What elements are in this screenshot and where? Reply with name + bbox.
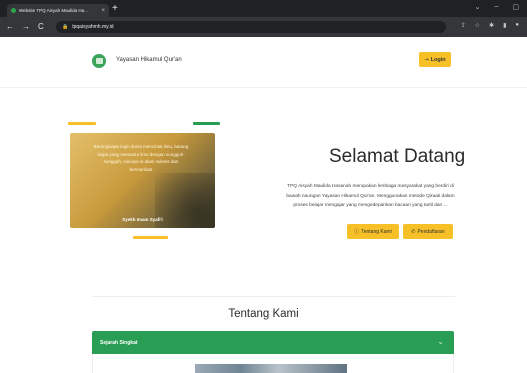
hero-title: Selamat Datang: [329, 146, 466, 167]
decor-bar-yellow-bottom: [133, 236, 168, 239]
register-button[interactable]: ✆ Pendaftaran: [403, 224, 453, 239]
section-divider: [92, 296, 455, 297]
brand-logo-icon[interactable]: [92, 54, 106, 68]
hero-description: TPQ Aisyah Maulida Hasanah merupakan lem…: [286, 184, 455, 208]
login-label: Login: [430, 56, 446, 63]
extension-buttons: ⇪ ☆ ✱ ▮ ●: [461, 22, 519, 29]
register-button-label: Pendaftaran: [417, 228, 445, 235]
reload-icon[interactable]: C: [38, 21, 44, 33]
login-button[interactable]: ⇥ Login: [419, 52, 451, 67]
accordion-history-header[interactable]: Sejarah Singkat ⌄: [92, 331, 454, 354]
hero-image-quote: Barangsiapa ingin dunia mencintai ilmu, …: [93, 144, 189, 172]
chevron-down-icon[interactable]: ⌄: [475, 3, 481, 11]
hero-image-author: Syekh Imam Syafi'i: [122, 217, 163, 222]
hero-image: Barangsiapa ingin dunia mencintai ilmu, …: [70, 133, 215, 228]
about-button[interactable]: ⓘ Tentang Kami: [347, 224, 399, 239]
forward-icon[interactable]: →: [22, 21, 30, 33]
whatsapp-icon: ✆: [411, 228, 416, 235]
decor-bar-green: [193, 122, 220, 125]
extensions-icon[interactable]: ✱: [489, 22, 494, 29]
site-header: Yayasan Hikamul Qur'an ⇥ Login: [0, 37, 527, 88]
tab-close-icon[interactable]: ×: [101, 8, 105, 14]
profile-icon[interactable]: ●: [515, 22, 519, 29]
back-icon[interactable]: ←: [6, 21, 14, 33]
info-icon: ⓘ: [354, 229, 360, 235]
chevron-down-icon[interactable]: ⌄: [437, 337, 444, 346]
lock-icon: 🔒: [62, 24, 69, 30]
browser-tabbar: Website TPQ Aisyah Maulida Ha... × + ⌄ –…: [0, 0, 527, 17]
history-image: [195, 364, 347, 373]
window-controls: ⌄ – ▢: [475, 3, 519, 11]
brand-name[interactable]: Yayasan Hikamul Qur'an: [116, 57, 182, 63]
new-tab-button[interactable]: +: [112, 3, 118, 15]
browser-tab[interactable]: Website TPQ Aisyah Maulida Ha... ×: [7, 4, 109, 17]
tab-title: Website TPQ Aisyah Maulida Ha...: [19, 8, 88, 13]
maximize-button[interactable]: ▢: [512, 3, 519, 11]
nav-buttons: ← → C: [6, 21, 44, 33]
decor-bar-yellow: [68, 122, 96, 125]
about-button-label: Tentang Kami: [361, 228, 392, 235]
browser-toolbar: ← → C 🔒 tpqaisyahmh.my.id ⇪ ☆ ✱ ▮ ●: [0, 17, 527, 37]
minimize-button[interactable]: –: [494, 3, 498, 11]
sidebar-icon[interactable]: ▮: [503, 22, 506, 29]
login-icon: ⇥: [424, 56, 429, 63]
about-section-title: Tentang Kami: [228, 308, 299, 320]
address-bar[interactable]: 🔒 tpqaisyahmh.my.id: [56, 21, 446, 33]
accordion-history-label: Sejarah Singkat: [100, 340, 138, 346]
share-icon[interactable]: ⇪: [461, 22, 466, 29]
bookmark-star-icon[interactable]: ☆: [475, 22, 480, 29]
favicon-icon: [11, 8, 16, 13]
url-text: tpqaisyahmh.my.id: [72, 24, 114, 30]
